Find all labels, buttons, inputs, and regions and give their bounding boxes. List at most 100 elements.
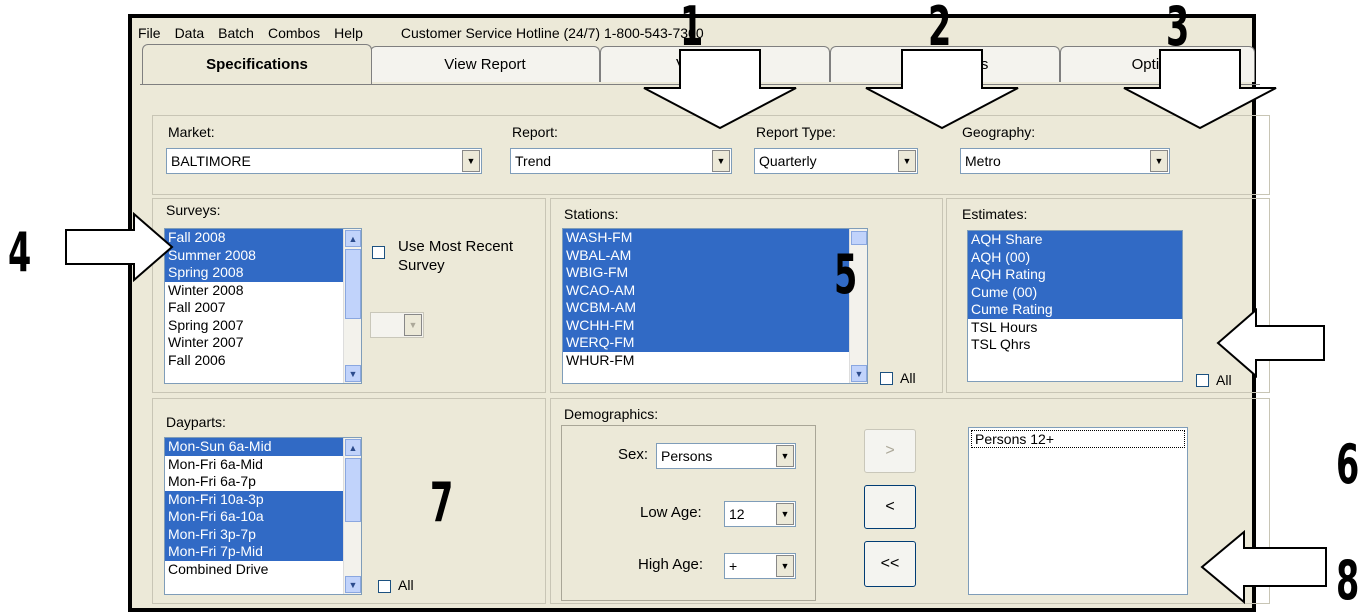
report-type-value: Quarterly — [759, 153, 817, 169]
list-item[interactable]: Spring 2008 — [165, 264, 361, 282]
list-item[interactable]: WCAO-AM — [563, 281, 867, 299]
list-item[interactable]: Fall 2006 — [165, 352, 361, 370]
tab-view-report[interactable]: View Report — [370, 46, 600, 82]
chevron-down-icon[interactable]: ▼ — [404, 314, 422, 336]
low-age-value: 12 — [729, 506, 745, 522]
list-item[interactable]: WBIG-FM — [563, 264, 867, 282]
list-item[interactable]: Mon-Fri 10a-3p — [165, 490, 361, 508]
surveys-list[interactable]: Fall 2008 Summer 2008 Spring 2008 Winter… — [164, 228, 362, 384]
list-item[interactable]: Fall 2007 — [165, 299, 361, 317]
arrow-right-icon — [65, 212, 174, 282]
market-select[interactable]: BALTIMORE ▼ — [166, 148, 482, 174]
scroll-thumb[interactable] — [345, 458, 361, 522]
list-item[interactable]: Combined Drive — [165, 561, 361, 579]
report-label: Report: — [512, 124, 558, 140]
menu-combos[interactable]: Combos — [262, 25, 328, 41]
market-value: BALTIMORE — [171, 153, 251, 169]
menu-data[interactable]: Data — [169, 25, 213, 41]
stations-list[interactable]: WASH-FM WBAL-AM WBIG-FM WCAO-AM WCBM-AM … — [562, 228, 868, 384]
add-demo-button[interactable]: > — [864, 429, 916, 473]
use-most-recent-checkbox[interactable] — [372, 246, 385, 259]
arrow-down-icon — [865, 49, 1019, 130]
report-type-select[interactable]: Quarterly ▼ — [754, 148, 918, 174]
sex-value: Persons — [661, 448, 713, 464]
demographics-label: Demographics: — [564, 406, 659, 422]
market-label: Market: — [168, 124, 215, 140]
dayparts-list[interactable]: Mon-Sun 6a-Mid Mon-Fri 6a-Mid Mon-Fri 6a… — [164, 437, 362, 595]
list-item[interactable]: WHUR-FM — [563, 352, 867, 370]
use-most-recent-label: Use Most Recent — [398, 238, 514, 255]
list-item[interactable]: Mon-Sun 6a-Mid — [165, 438, 361, 456]
scroll-down-icon[interactable]: ▼ — [345, 365, 361, 382]
chevron-down-icon[interactable]: ▼ — [1150, 150, 1168, 172]
menu-file[interactable]: File — [132, 25, 169, 41]
list-item[interactable]: TSL Qhrs — [968, 336, 1182, 354]
arrow-left-icon — [1200, 530, 1327, 604]
list-item[interactable]: WCHH-FM — [563, 316, 867, 334]
list-item[interactable]: Summer 2008 — [165, 246, 361, 264]
chevron-down-icon[interactable]: ▼ — [712, 150, 730, 172]
list-item[interactable]: Mon-Fri 6a-10a — [165, 508, 361, 526]
recent-count-select[interactable]: ▼ — [370, 312, 424, 338]
scroll-thumb[interactable] — [345, 249, 361, 319]
chevron-down-icon[interactable]: ▼ — [776, 503, 794, 525]
callout-2: 2 — [928, 0, 952, 58]
list-item[interactable]: WCBM-AM — [563, 299, 867, 317]
selected-demographics-list[interactable]: Persons 12+ — [968, 427, 1188, 595]
list-item[interactable]: Winter 2007 — [165, 334, 361, 352]
scroll-down-icon[interactable]: ▼ — [345, 576, 361, 593]
chevron-down-icon[interactable]: ▼ — [462, 150, 480, 172]
scrollbar[interactable]: ▲ ▼ — [343, 438, 361, 594]
chevron-down-icon[interactable]: ▼ — [898, 150, 916, 172]
use-most-recent-label-2: Survey — [398, 257, 445, 274]
tab-specifications[interactable]: Specifications — [142, 44, 372, 84]
dayparts-all-checkbox[interactable] — [378, 580, 391, 593]
list-item[interactable]: Mon-Fri 6a-Mid — [165, 456, 361, 474]
list-item[interactable]: AQH (00) — [968, 248, 1182, 266]
stations-label: Stations: — [564, 206, 619, 222]
list-item[interactable]: Cume Rating — [968, 301, 1182, 319]
callout-7: 7 — [430, 471, 454, 534]
menu-help[interactable]: Help — [328, 25, 371, 41]
callout-1: 1 — [680, 0, 704, 58]
arrow-left-icon — [1216, 308, 1325, 378]
report-select[interactable]: Trend ▼ — [510, 148, 732, 174]
estimates-all-checkbox[interactable] — [1196, 374, 1209, 387]
scroll-up-icon[interactable]: ▲ — [345, 230, 361, 247]
list-item[interactable]: WBAL-AM — [563, 246, 867, 264]
callout-5: 5 — [834, 243, 858, 306]
list-item[interactable]: Fall 2008 — [165, 229, 361, 247]
list-item[interactable]: WASH-FM — [563, 229, 867, 247]
stations-all-checkbox[interactable] — [880, 372, 893, 385]
list-item[interactable]: Mon-Fri 6a-7p — [165, 473, 361, 491]
list-item[interactable]: Persons 12+ — [971, 430, 1185, 448]
scroll-up-icon[interactable]: ▲ — [345, 439, 361, 456]
estimates-label: Estimates: — [962, 206, 1028, 222]
estimates-list[interactable]: AQH Share AQH (00) AQH Rating Cume (00) … — [967, 230, 1183, 382]
list-item[interactable]: TSL Hours — [968, 319, 1182, 337]
low-age-select[interactable]: 12 ▼ — [724, 501, 796, 527]
remove-demo-button[interactable]: < — [864, 485, 916, 529]
list-item[interactable]: AQH Share — [968, 231, 1182, 249]
sex-label: Sex: — [618, 446, 649, 463]
sex-select[interactable]: Persons ▼ — [656, 443, 796, 469]
remove-all-demo-button[interactable]: << — [864, 541, 916, 587]
geography-select[interactable]: Metro ▼ — [960, 148, 1170, 174]
chevron-down-icon[interactable]: ▼ — [776, 445, 794, 467]
list-item[interactable]: Spring 2007 — [165, 317, 361, 335]
scrollbar[interactable]: ▲ ▼ — [343, 229, 361, 383]
chevron-down-icon[interactable]: ▼ — [776, 555, 794, 577]
dayparts-all-label: All — [398, 577, 414, 593]
high-age-select[interactable]: + ▼ — [724, 553, 796, 579]
high-age-label: High Age: — [638, 556, 704, 573]
list-item[interactable]: Mon-Fri 3p-7p — [165, 525, 361, 543]
high-age-value: + — [729, 558, 738, 574]
menu-batch[interactable]: Batch — [212, 25, 262, 41]
list-item[interactable]: WERQ-FM — [563, 334, 867, 352]
scroll-down-icon[interactable]: ▼ — [851, 365, 867, 382]
list-item[interactable]: Cume (00) — [968, 283, 1182, 301]
list-item[interactable]: Winter 2008 — [165, 282, 361, 300]
list-item[interactable]: Mon-Fri 7p-Mid — [165, 543, 361, 561]
stations-all-label: All — [900, 370, 916, 386]
list-item[interactable]: AQH Rating — [968, 266, 1182, 284]
